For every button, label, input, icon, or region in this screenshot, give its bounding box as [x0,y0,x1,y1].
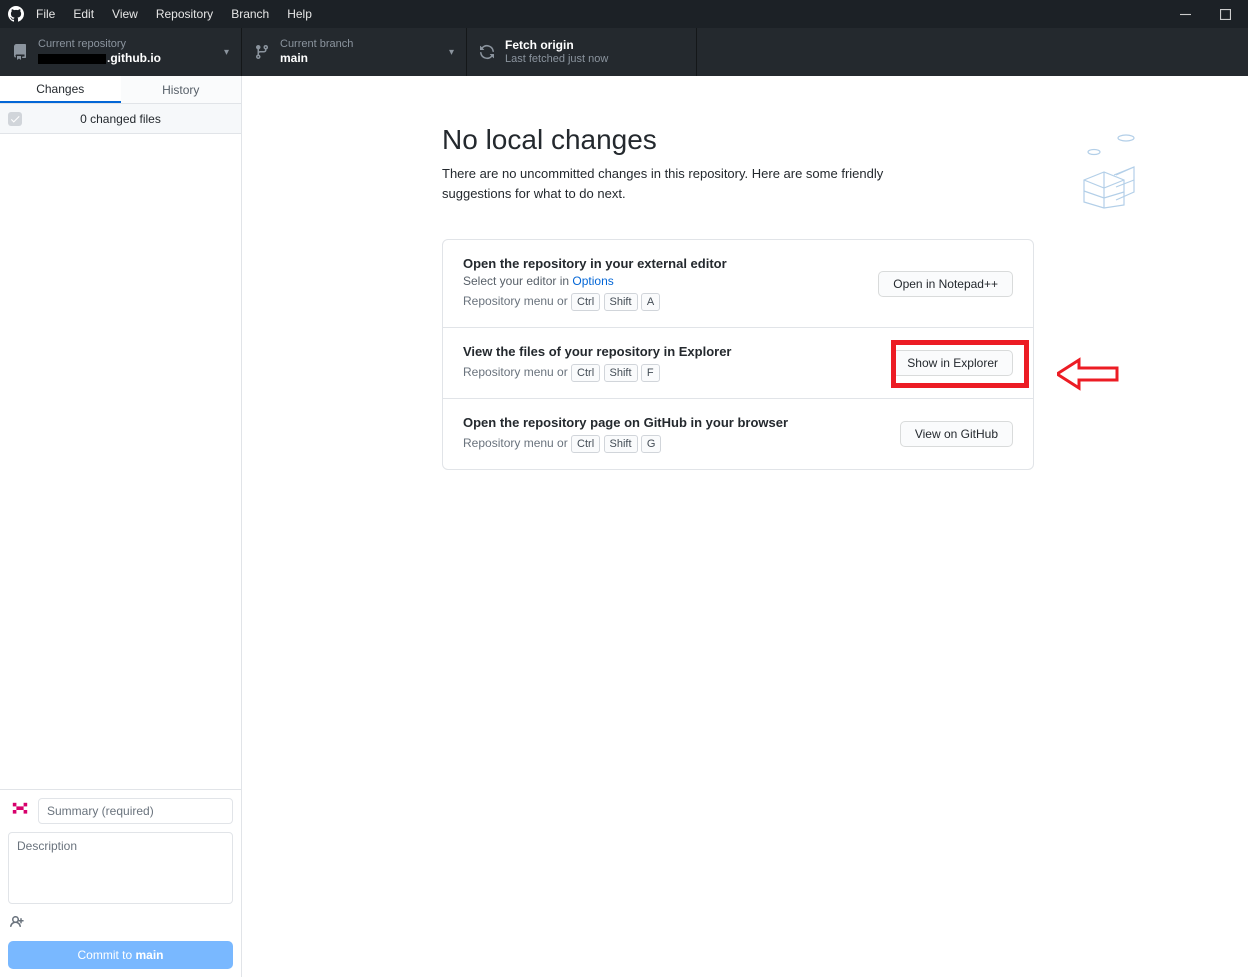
card-hint: Repository menu or Ctrl Shift F [463,364,732,382]
card-title: Open the repository in your external edi… [463,256,727,271]
page-title: No local changes [442,124,1034,156]
menu-help[interactable]: Help [287,7,312,21]
card-title: View the files of your repository in Exp… [463,344,732,359]
open-in-editor-button[interactable]: Open in Notepad++ [878,271,1013,297]
current-repository-selector[interactable]: Current repository .github.io ▾ [0,28,242,76]
sync-icon [479,44,495,60]
tab-changes[interactable]: Changes [0,76,121,103]
fetch-sub: Last fetched just now [505,53,608,67]
chevron-down-icon: ▾ [449,47,454,58]
tab-history[interactable]: History [121,76,242,103]
show-in-explorer-button[interactable]: Show in Explorer [892,350,1013,376]
avatar [8,798,32,822]
suggestions-list: Open the repository in your external edi… [442,239,1034,470]
commit-form: Commit to main [0,789,241,977]
view-on-github-button[interactable]: View on GitHub [900,421,1013,447]
card-subtitle: Select your editor in Options [463,274,727,288]
description-input[interactable] [8,832,233,904]
changed-files-bar: 0 changed files [0,104,241,134]
git-branch-icon [254,44,270,60]
card-show-explorer: View the files of your repository in Exp… [443,328,1033,399]
window-controls [1178,7,1240,21]
card-hint: Repository menu or Ctrl Shift G [463,435,788,453]
toolbar: Current repository .github.io ▾ Current … [0,28,1248,76]
menu-edit[interactable]: Edit [73,7,94,21]
select-all-checkbox[interactable] [8,112,22,126]
card-open-editor: Open the repository in your external edi… [443,240,1033,328]
repo-icon [12,44,28,60]
annotation-arrow-icon [1057,356,1123,395]
maximize-icon[interactable] [1218,7,1232,21]
add-coauthor-button[interactable] [8,912,233,933]
menu-bar: File Edit View Repository Branch Help [36,7,312,21]
menu-view[interactable]: View [112,7,138,21]
menu-branch[interactable]: Branch [231,7,269,21]
github-logo-icon [8,6,24,22]
repo-label: Current repository [38,38,161,52]
branch-value: main [280,51,353,66]
title-bar: File Edit View Repository Branch Help [0,0,1248,28]
repo-value: .github.io [38,51,161,66]
minimize-icon[interactable] [1178,7,1192,21]
summary-input[interactable] [38,798,233,824]
empty-state-illustration [1074,130,1144,210]
fetch-label: Fetch origin [505,38,608,53]
changed-files-count: 0 changed files [32,112,233,126]
commit-button[interactable]: Commit to main [8,941,233,969]
menu-file[interactable]: File [36,7,55,21]
fetch-origin-button[interactable]: Fetch origin Last fetched just now [467,28,697,76]
branch-label: Current branch [280,38,353,52]
card-title: Open the repository page on GitHub in yo… [463,415,788,430]
card-view-github: Open the repository page on GitHub in yo… [443,399,1033,469]
main-panel: No local changes There are no uncommitte… [242,76,1248,977]
options-link[interactable]: Options [572,274,613,288]
current-branch-selector[interactable]: Current branch main ▾ [242,28,467,76]
card-hint: Repository menu or Ctrl Shift A [463,293,727,311]
sidebar: Changes History 0 changed files Commit t… [0,76,242,977]
chevron-down-icon: ▾ [224,47,229,58]
menu-repository[interactable]: Repository [156,7,213,21]
page-subtitle: There are no uncommitted changes in this… [442,164,922,203]
